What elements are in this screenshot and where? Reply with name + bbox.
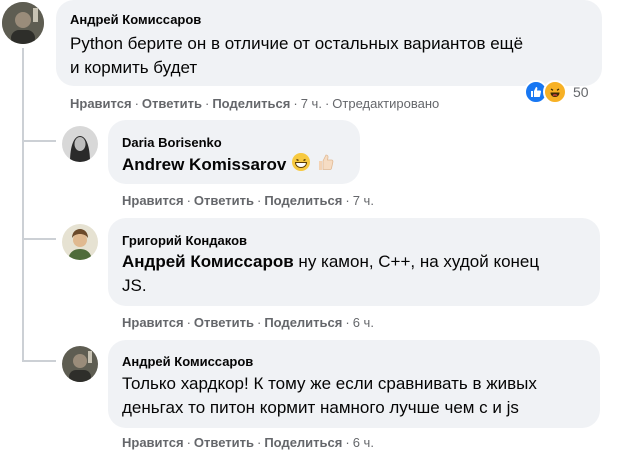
comment-actions: Нравится · Ответить · Поделиться · 6 ч.	[122, 315, 374, 330]
reply-button[interactable]: Ответить	[142, 96, 202, 111]
separator: ·	[256, 193, 262, 208]
timestamp[interactable]: 7 ч.	[301, 96, 322, 111]
comment-actions: Нравится · Ответить · Поделиться · 7 ч.	[122, 193, 374, 208]
reactions-summary[interactable]: 50	[524, 80, 589, 104]
comment-text-line: и кормить будет	[70, 58, 198, 77]
separator: ·	[134, 96, 139, 111]
like-button[interactable]: Нравится	[122, 193, 184, 208]
mention-link[interactable]: Андрей Комиссаров	[122, 252, 294, 271]
avatar-photo-icon	[62, 126, 98, 162]
separator: ·	[256, 435, 262, 450]
comment-text-fragment: ну камон, С++, на худой конец	[293, 252, 540, 271]
share-button[interactable]: Поделиться	[264, 193, 342, 208]
separator: ·	[256, 315, 262, 330]
avatar[interactable]	[62, 346, 98, 382]
mention-link[interactable]: Andrew Komissarov	[122, 155, 286, 174]
thread-line-branch-2	[22, 238, 56, 240]
separator: ·	[293, 96, 298, 111]
separator: ·	[204, 96, 210, 111]
share-button[interactable]: Поделиться	[264, 435, 342, 450]
share-button[interactable]: Поделиться	[212, 96, 290, 111]
reply-button[interactable]: Ответить	[194, 193, 254, 208]
thread-line-branch-1	[22, 140, 56, 142]
separator: ·	[345, 315, 350, 330]
separator: ·	[345, 193, 350, 208]
share-button[interactable]: Поделиться	[264, 315, 342, 330]
avatar-photo-icon	[62, 224, 98, 260]
comment-text-line: JS.	[122, 276, 147, 295]
avatar[interactable]	[2, 2, 44, 44]
like-button[interactable]: Нравится	[70, 96, 132, 111]
edited-label[interactable]: Отредактировано	[332, 96, 439, 111]
comment-author[interactable]: Андрей Комиссаров	[70, 12, 201, 27]
comment-text-line: Только хардкор! К тому же если сравниват…	[122, 374, 537, 393]
avatar[interactable]	[62, 126, 98, 162]
timestamp[interactable]: 7 ч.	[353, 193, 374, 208]
comment-author[interactable]: Андрей Комиссаров	[122, 354, 253, 369]
comment-text-line: Python берите он в отличие от остальных …	[70, 34, 524, 53]
thread-line-branch-3	[22, 360, 56, 362]
comment-actions: Нравится · Ответить · Поделиться · 7 ч. · Отреда…	[70, 96, 439, 111]
avatar-photo-icon	[62, 346, 98, 382]
comment-text-line: деньгах то питон кормит намного лучше че…	[122, 398, 519, 417]
avatar[interactable]	[62, 224, 98, 260]
reactions-count: 50	[573, 84, 589, 100]
comment-text: Andrew Komissarov	[122, 152, 336, 179]
grinning-face-icon	[291, 152, 311, 179]
comment-actions: Нравится · Ответить · Поделиться · 6 ч.	[122, 435, 374, 450]
timestamp[interactable]: 6 ч.	[353, 435, 374, 450]
reply-button[interactable]: Ответить	[194, 315, 254, 330]
reply-button[interactable]: Ответить	[194, 435, 254, 450]
avatar-photo-icon	[2, 2, 44, 44]
timestamp[interactable]: 6 ч.	[353, 315, 374, 330]
separator: ·	[324, 96, 330, 111]
separator: ·	[186, 435, 191, 450]
comment-text-line: Андрей Комиссаров ну камон, С++, на худо…	[122, 250, 539, 274]
separator: ·	[186, 193, 191, 208]
thread-line-vertical	[22, 48, 24, 360]
comment-author[interactable]: Григорий Кондаков	[122, 233, 247, 248]
like-button[interactable]: Нравится	[122, 435, 184, 450]
like-button[interactable]: Нравится	[122, 315, 184, 330]
separator: ·	[186, 315, 191, 330]
comment-author[interactable]: Daria Borisenko	[122, 135, 222, 150]
thumbs-up-icon	[316, 152, 336, 179]
haha-icon	[543, 80, 567, 104]
separator: ·	[345, 435, 350, 450]
